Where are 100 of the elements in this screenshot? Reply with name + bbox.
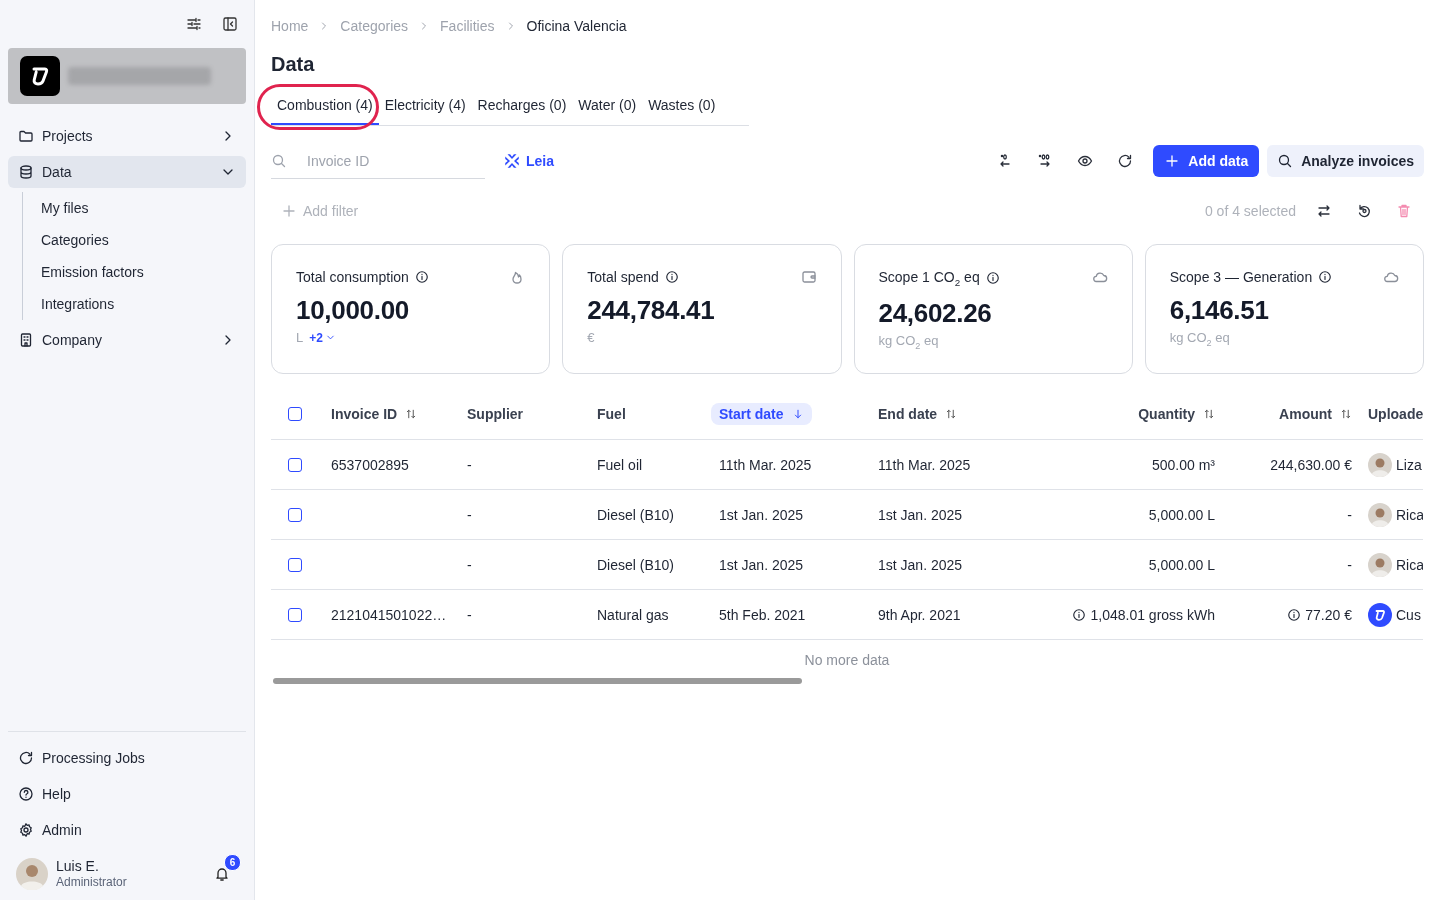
logo-icon	[20, 56, 60, 96]
table-cell: 5,000.00 L	[1148, 556, 1215, 573]
sort-icon	[405, 408, 418, 420]
card-title: Total spend	[587, 269, 659, 285]
assistant-link[interactable]: Leia	[503, 152, 554, 170]
table-cell: -	[1347, 556, 1352, 573]
info-icon	[1287, 607, 1302, 622]
user-role: Administrator	[56, 874, 128, 890]
checkbox[interactable]	[288, 507, 302, 522]
page-title: Data	[271, 52, 316, 76]
card-value: 24,602.26	[878, 297, 993, 329]
card-unit: kg CO$_{2}$ eq	[878, 332, 939, 351]
table-cell: 5th Feb. 2021	[719, 606, 806, 623]
settings-icon	[18, 822, 34, 838]
sidebar-toggle-icon	[222, 16, 238, 32]
refresh-icon	[1117, 153, 1134, 169]
tab[interactable]: Combustion (4)	[271, 86, 379, 125]
table-cell: 11th Mar. 2025	[719, 456, 812, 473]
add-button[interactable]: Add data	[1153, 145, 1260, 177]
info-icon	[1072, 607, 1087, 622]
column-header[interactable]: End date	[878, 406, 958, 422]
refresh-icon	[18, 750, 34, 766]
tab[interactable]: Electricity (4)	[378, 86, 472, 125]
nav-item[interactable]: Admin	[8, 812, 246, 848]
notification-badge: 6	[224, 854, 241, 871]
scrollbar[interactable]	[273, 678, 802, 684]
column-header[interactable]: Start date	[711, 403, 812, 425]
tab[interactable]: Water (0)	[572, 86, 643, 125]
checkbox[interactable]	[288, 457, 302, 472]
table-cell: 9th Apr. 2021	[878, 606, 961, 623]
tab[interactable]: Wastes (0)	[642, 86, 722, 125]
table-cell: Diesel (B10)	[597, 506, 675, 523]
table-cell: Cus	[1396, 606, 1421, 623]
table-cell: 1,048.01 gross kWh	[1072, 606, 1215, 623]
table-cell: Fuel oil	[597, 456, 643, 473]
organization-switcher[interactable]	[8, 48, 246, 104]
table-cell: 5,000.00 L	[1148, 506, 1215, 523]
sort-icon	[1340, 408, 1352, 420]
database-icon	[18, 164, 34, 180]
card-title: Total consumption	[296, 269, 409, 285]
sort-icon	[1203, 408, 1215, 420]
column-header[interactable]: Invoice ID	[331, 406, 418, 422]
search-icon	[271, 153, 287, 169]
user-name: Luis E.	[56, 858, 100, 874]
column-header[interactable]: Quantity	[1138, 406, 1215, 422]
bell-icon	[214, 866, 230, 882]
sparkle-icon	[503, 152, 521, 170]
checkbox[interactable]	[288, 407, 302, 421]
column-header[interactable]: Amount	[1279, 406, 1352, 422]
nav-item[interactable]: Help	[8, 776, 246, 812]
cloud-icon	[1091, 269, 1108, 285]
table-cell: -	[467, 606, 472, 623]
table-cell: 1st Jan. 2025	[719, 506, 804, 523]
analyze-button[interactable]: Analyze invoices	[1267, 145, 1424, 177]
table-cell: -	[467, 456, 472, 473]
card-value: 6,146.51	[1169, 295, 1270, 326]
table-cell: 11th Mar. 2025	[878, 456, 971, 473]
more-units-button[interactable]: +2	[309, 330, 336, 345]
nav-subitem[interactable]: Integrations	[41, 288, 246, 320]
eye-icon	[1077, 153, 1094, 169]
table-cell: -	[467, 506, 472, 523]
table-cell: Liza	[1396, 456, 1422, 473]
table-cell: 244,630.00 €	[1270, 456, 1352, 473]
nav-item[interactable]: Processing Jobs	[8, 740, 246, 776]
sliders-icon	[186, 16, 202, 32]
info-icon	[664, 270, 679, 284]
wallet-icon	[800, 269, 817, 285]
checkbox[interactable]	[288, 607, 302, 622]
notifications-button[interactable]	[214, 866, 230, 882]
card-unit: kg CO$_{2}$ eq	[1169, 330, 1230, 348]
column-header[interactable]: Supplier	[467, 406, 523, 422]
nav-item[interactable]: Data	[8, 156, 246, 188]
cloud-icon	[1383, 269, 1399, 285]
selection-count: 0 of 4 selected	[1204, 203, 1296, 219]
end-of-list-note: No more data	[804, 652, 890, 668]
nav-subitem[interactable]: My files	[41, 192, 246, 224]
card-value: 10,000.00	[296, 295, 410, 326]
sort-icon	[945, 408, 958, 420]
info-icon	[1318, 270, 1333, 284]
checkbox[interactable]	[288, 557, 302, 572]
table-cell: 77.20 €	[1287, 606, 1352, 623]
tab[interactable]: Recharges (0)	[471, 86, 573, 125]
info-icon	[985, 271, 1000, 286]
nav-item[interactable]: Company	[8, 324, 246, 356]
nav-item[interactable]: Projects	[8, 120, 246, 152]
column-header[interactable]: Fuel	[597, 406, 626, 422]
collapse-button[interactable]	[222, 16, 238, 32]
search-field[interactable]: Invoice ID	[271, 143, 485, 179]
card-unit: €	[587, 330, 595, 345]
avatar	[16, 858, 48, 890]
filter-button[interactable]	[186, 16, 202, 32]
card-value: 244,784.41	[587, 295, 716, 326]
table-cell: Diesel (B10)	[597, 556, 675, 573]
nav-subitem[interactable]: Categories	[41, 224, 246, 256]
table-cell: 500.00 m³	[1151, 456, 1215, 473]
nav-subitem[interactable]: Emission factors	[41, 256, 246, 288]
card-unit: L	[296, 330, 304, 345]
column-header[interactable]: Uploade	[1368, 406, 1423, 422]
card-title: Scope 3 — Generation	[1169, 269, 1313, 285]
card-title: Scope 1 CO$_{2}$ eq	[878, 269, 980, 288]
